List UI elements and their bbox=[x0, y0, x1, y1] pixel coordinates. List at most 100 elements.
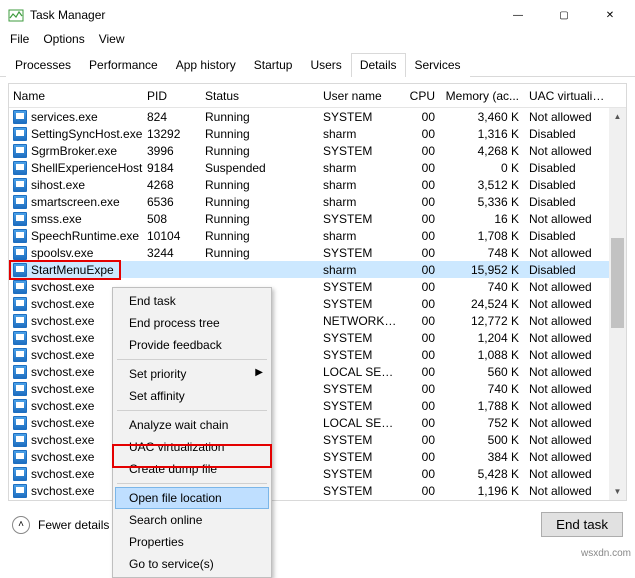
table-row[interactable]: SettingSyncHost.exe13292Runningsharm001,… bbox=[9, 125, 626, 142]
process-icon bbox=[13, 263, 27, 277]
tab-details[interactable]: Details bbox=[351, 53, 406, 77]
minimize-button[interactable]: — bbox=[495, 0, 541, 30]
tab-performance[interactable]: Performance bbox=[80, 53, 167, 77]
table-row[interactable]: svchost.exeSYSTEM00740 KNot allowed bbox=[9, 380, 626, 397]
table-row[interactable]: StartMenuExpesharm0015,952 KDisabled bbox=[9, 261, 626, 278]
process-name: svchost.exe bbox=[31, 484, 94, 498]
window-title: Task Manager bbox=[30, 8, 105, 22]
table-row[interactable]: svchost.exeSYSTEM005,428 KNot allowed bbox=[9, 465, 626, 482]
menu-separator bbox=[117, 410, 267, 411]
table-row[interactable]: svchost.exeSYSTEM001,088 KNot allowed bbox=[9, 346, 626, 363]
process-name: SettingSyncHost.exe bbox=[31, 127, 142, 141]
cell-memory: 3,460 K bbox=[441, 110, 525, 124]
process-name: svchost.exe bbox=[31, 416, 94, 430]
cell-user: SYSTEM bbox=[319, 433, 403, 447]
tab-services[interactable]: Services bbox=[406, 53, 470, 77]
cell-cpu: 00 bbox=[403, 280, 441, 294]
process-name: SgrmBroker.exe bbox=[31, 144, 117, 158]
cell-cpu: 00 bbox=[403, 195, 441, 209]
cell-uac: Not allowed bbox=[525, 450, 615, 464]
table-row[interactable]: svchost.exeSYSTEM001,204 KNot allowed bbox=[9, 329, 626, 346]
menu-item-end-process-tree[interactable]: End process tree bbox=[115, 312, 269, 334]
table-row[interactable]: svchost.exeLOCAL SER...00560 KNot allowe… bbox=[9, 363, 626, 380]
menu-item-provide-feedback[interactable]: Provide feedback bbox=[115, 334, 269, 356]
table-row[interactable]: services.exe824RunningSYSTEM003,460 KNot… bbox=[9, 108, 626, 125]
table-row[interactable]: svchost.exeSYSTEM0024,524 KNot allowed bbox=[9, 295, 626, 312]
menu-item-search-online[interactable]: Search online bbox=[115, 509, 269, 531]
col-user[interactable]: User name bbox=[319, 89, 403, 103]
menu-file[interactable]: File bbox=[10, 32, 29, 46]
cell-user: SYSTEM bbox=[319, 484, 403, 498]
process-name: sihost.exe bbox=[31, 178, 85, 192]
cell-uac: Not allowed bbox=[525, 399, 615, 413]
col-status[interactable]: Status bbox=[201, 89, 319, 103]
table-row[interactable]: SgrmBroker.exe3996RunningSYSTEM004,268 K… bbox=[9, 142, 626, 159]
menu-item-go-to-service-s-[interactable]: Go to service(s) bbox=[115, 553, 269, 575]
process-name: svchost.exe bbox=[31, 331, 94, 345]
table-row[interactable]: svchost.exeSYSTEM00384 KNot allowed bbox=[9, 448, 626, 465]
menu-item-end-task[interactable]: End task bbox=[115, 290, 269, 312]
process-icon bbox=[13, 484, 27, 498]
close-button[interactable]: ✕ bbox=[587, 0, 633, 30]
tab-startup[interactable]: Startup bbox=[245, 53, 302, 77]
menu-item-uac-virtualization[interactable]: UAC virtualization bbox=[115, 436, 269, 458]
table-row[interactable]: svchost.exeSYSTEM00500 KNot allowed bbox=[9, 431, 626, 448]
scroll-up-icon[interactable]: ▲ bbox=[609, 108, 626, 125]
cell-memory: 1,708 K bbox=[441, 229, 525, 243]
menu-item-set-affinity[interactable]: Set affinity bbox=[115, 385, 269, 407]
column-headers[interactable]: Name PID Status User name CPU Memory (ac… bbox=[9, 84, 626, 108]
chevron-up-icon[interactable]: ˄ bbox=[12, 516, 30, 534]
cell-uac: Disabled bbox=[525, 127, 615, 141]
col-memory[interactable]: Memory (ac... bbox=[441, 89, 525, 103]
end-task-button[interactable]: End task bbox=[541, 512, 623, 537]
col-name[interactable]: Name bbox=[9, 89, 143, 103]
table-row[interactable]: svchost.exeSYSTEM001,788 KNot allowed bbox=[9, 397, 626, 414]
table-row[interactable]: spoolsv.exe3244RunningSYSTEM00748 KNot a… bbox=[9, 244, 626, 261]
menu-item-properties[interactable]: Properties bbox=[115, 531, 269, 553]
context-menu: End taskEnd process treeProvide feedback… bbox=[112, 287, 272, 578]
tab-users[interactable]: Users bbox=[301, 53, 350, 77]
fewer-details-link[interactable]: Fewer details bbox=[38, 518, 109, 532]
table-row[interactable]: svchost.exeNETWORK ...0012,772 KNot allo… bbox=[9, 312, 626, 329]
table-row[interactable]: smartscreen.exe6536Runningsharm005,336 K… bbox=[9, 193, 626, 210]
process-icon bbox=[13, 161, 27, 175]
cell-user: SYSTEM bbox=[319, 297, 403, 311]
menu-item-analyze-wait-chain[interactable]: Analyze wait chain bbox=[115, 414, 269, 436]
menu-options[interactable]: Options bbox=[43, 32, 84, 46]
cell-memory: 500 K bbox=[441, 433, 525, 447]
table-row[interactable]: SpeechRuntime.exe10104Runningsharm001,70… bbox=[9, 227, 626, 244]
menu-item-open-file-location[interactable]: Open file location bbox=[115, 487, 269, 509]
process-name: ShellExperienceHost.... bbox=[31, 161, 143, 175]
col-cpu[interactable]: CPU bbox=[403, 89, 441, 103]
title-bar: Task Manager — ▢ ✕ bbox=[0, 0, 635, 30]
tab-app-history[interactable]: App history bbox=[167, 53, 245, 77]
process-icon bbox=[13, 178, 27, 192]
cell-cpu: 00 bbox=[403, 263, 441, 277]
cell-uac: Not allowed bbox=[525, 348, 615, 362]
cell-pid: 13292 bbox=[143, 127, 201, 141]
table-row[interactable]: sihost.exe4268Runningsharm003,512 KDisab… bbox=[9, 176, 626, 193]
vertical-scrollbar[interactable]: ▲ ▼ bbox=[609, 108, 626, 500]
table-row[interactable]: svchost.exeSYSTEM001,196 KNot allowed bbox=[9, 482, 626, 499]
process-icon bbox=[13, 433, 27, 447]
scroll-down-icon[interactable]: ▼ bbox=[609, 483, 626, 500]
menu-view[interactable]: View bbox=[99, 32, 125, 46]
menu-item-create-dump-file[interactable]: Create dump file bbox=[115, 458, 269, 480]
table-row[interactable]: svchost.exeSYSTEM00740 KNot allowed bbox=[9, 278, 626, 295]
cell-user: sharm bbox=[319, 195, 403, 209]
tab-processes[interactable]: Processes bbox=[6, 53, 80, 77]
table-row[interactable]: ShellExperienceHost....9184Suspendedshar… bbox=[9, 159, 626, 176]
cell-memory: 560 K bbox=[441, 365, 525, 379]
process-grid: Name PID Status User name CPU Memory (ac… bbox=[8, 83, 627, 501]
maximize-button[interactable]: ▢ bbox=[541, 0, 587, 30]
process-name: svchost.exe bbox=[31, 399, 94, 413]
table-row[interactable]: smss.exe508RunningSYSTEM0016 KNot allowe… bbox=[9, 210, 626, 227]
scroll-thumb[interactable] bbox=[611, 238, 624, 328]
process-name: svchost.exe bbox=[31, 450, 94, 464]
menu-item-set-priority[interactable]: Set priority▶ bbox=[115, 363, 269, 385]
col-pid[interactable]: PID bbox=[143, 89, 201, 103]
table-row[interactable]: svchost.exeLOCAL SER...00752 KNot allowe… bbox=[9, 414, 626, 431]
process-icon bbox=[13, 348, 27, 362]
cell-cpu: 00 bbox=[403, 467, 441, 481]
col-uac[interactable]: UAC virtualizati... bbox=[525, 89, 615, 103]
